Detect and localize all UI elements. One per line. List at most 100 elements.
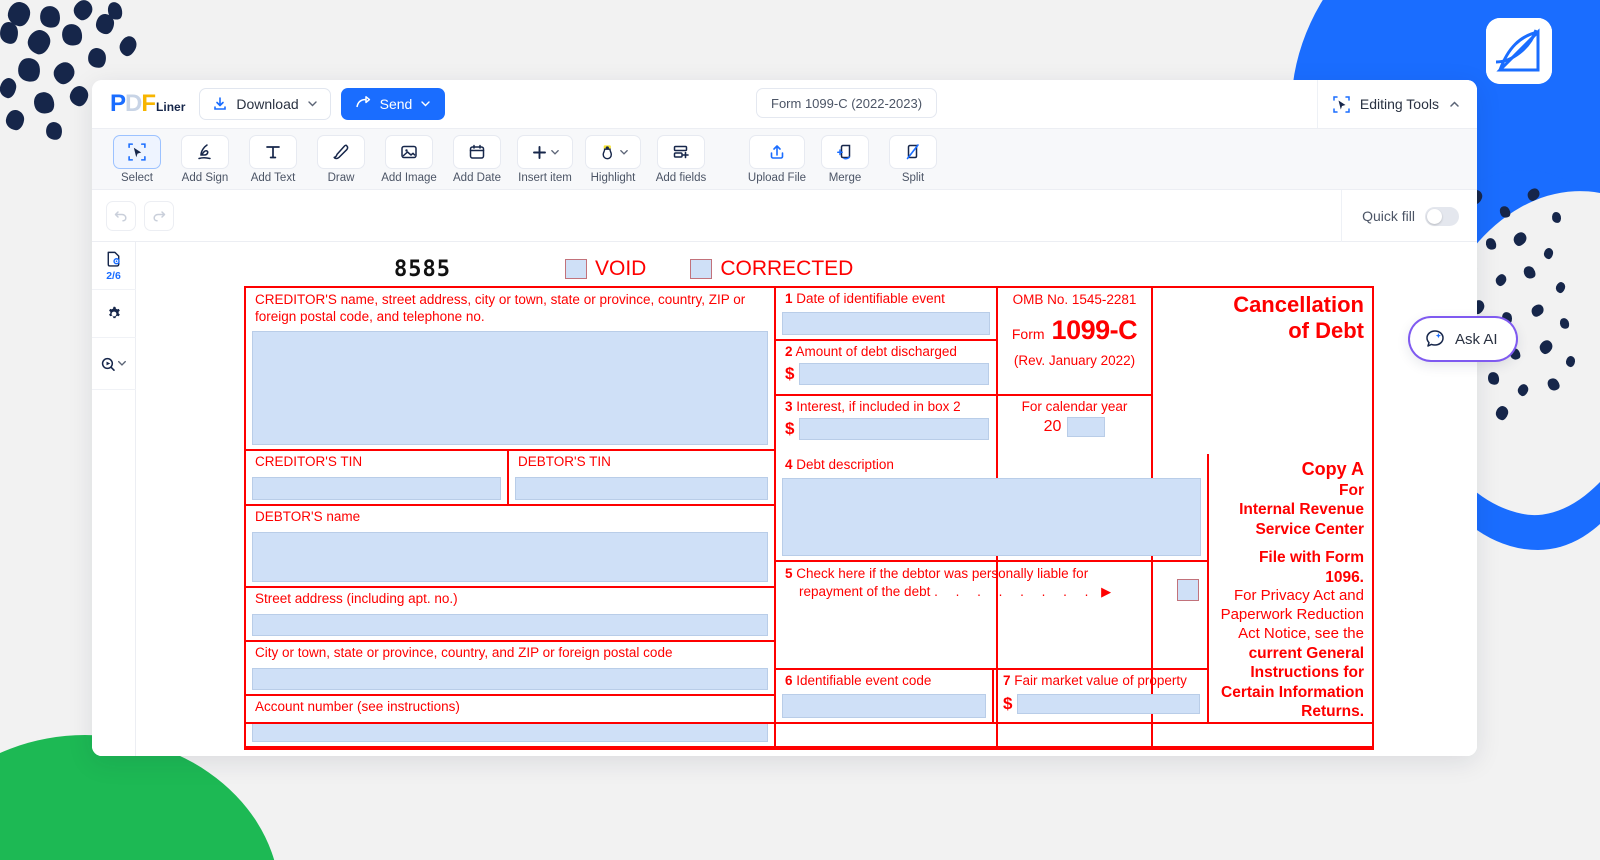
document-canvas[interactable]: 8585 VOID CORRECTED CREDITOR'S name, str… bbox=[136, 242, 1477, 756]
history-bar: Quick fill bbox=[92, 190, 1477, 242]
pdfliner-logo[interactable]: P D F Liner bbox=[110, 90, 185, 118]
pdfliner-app-window: P D F Liner Download Send Form 1099-C (2… bbox=[92, 80, 1477, 756]
box3-text: Interest, if included in box 2 bbox=[796, 399, 961, 414]
decor-dot bbox=[58, 21, 86, 49]
box7-number: 7 bbox=[1003, 673, 1011, 688]
editing-tools-label: Editing Tools bbox=[1359, 96, 1439, 112]
text-icon bbox=[266, 146, 280, 159]
tool-draw[interactable]: Draw bbox=[308, 135, 374, 184]
select-icon bbox=[128, 143, 146, 161]
form-number: 1099-C bbox=[1051, 315, 1138, 345]
rail-item-settings[interactable] bbox=[92, 290, 136, 338]
tool-add-fields[interactable]: Add fields bbox=[648, 135, 714, 184]
gear-icon bbox=[108, 306, 120, 318]
decor-dot bbox=[1558, 316, 1571, 331]
box3-input[interactable] bbox=[799, 417, 989, 440]
tool-upload-file-label: Upload File bbox=[747, 172, 807, 184]
decor-dot bbox=[1529, 302, 1546, 319]
rail-item-pages[interactable]: 2/6 bbox=[92, 242, 136, 290]
calendar-year-input[interactable] bbox=[1067, 417, 1106, 437]
pdfliner-logo-badge bbox=[1486, 18, 1552, 84]
corrected-checkbox[interactable] bbox=[690, 259, 713, 279]
copy-a-title: Copy A bbox=[1301, 459, 1364, 479]
privacy-line6: Certain Information bbox=[1221, 683, 1364, 701]
sign-icon bbox=[198, 144, 211, 160]
tool-insert-item[interactable]: Insert item bbox=[512, 135, 578, 184]
box5-text-line1: Check here if the debtor was personally … bbox=[796, 566, 1089, 581]
box6-input[interactable] bbox=[782, 694, 986, 718]
document-tab[interactable]: Form 1099-C (2022-2023) bbox=[756, 88, 938, 118]
box7-dollar-sign: $ bbox=[1003, 693, 1013, 713]
account-input[interactable] bbox=[252, 722, 768, 742]
box2-number: 2 bbox=[785, 344, 793, 359]
box6-cell: 6 Identifiable event code bbox=[776, 670, 994, 722]
tool-merge[interactable]: Merge bbox=[812, 135, 878, 184]
box5-label: 5 Check here if the debtor was personall… bbox=[785, 565, 1177, 600]
tool-upload-file[interactable]: Upload File bbox=[744, 135, 810, 184]
box3-cell: 3 Interest, if included in box 2 $ bbox=[776, 396, 996, 451]
redo-button[interactable] bbox=[144, 200, 174, 231]
rail-item-zoom[interactable] bbox=[92, 338, 136, 390]
decor-dot bbox=[1525, 185, 1542, 204]
tool-add-image[interactable]: Add Image bbox=[376, 135, 442, 184]
document-tab-label: Form 1099-C (2022-2023) bbox=[771, 95, 923, 111]
tool-insert-item-icon-box bbox=[517, 135, 573, 169]
tool-select[interactable]: Select bbox=[104, 135, 170, 184]
box5-checkbox[interactable] bbox=[1177, 579, 1199, 601]
ask-ai-button[interactable]: Ask AI bbox=[1410, 318, 1516, 360]
download-button[interactable]: Download bbox=[199, 87, 331, 120]
send-button[interactable]: Send bbox=[340, 87, 446, 120]
boxes-6-7-row: 6 Identifiable event code 7 Fair market … bbox=[776, 670, 1207, 722]
box7-input[interactable] bbox=[1017, 693, 1200, 714]
box5-cell: 5 Check here if the debtor was personall… bbox=[776, 562, 1207, 670]
box2-money-row: $ bbox=[776, 362, 996, 390]
box1-input[interactable] bbox=[782, 312, 990, 335]
calendar-icon bbox=[469, 144, 485, 159]
privacy-line7: Returns. bbox=[1301, 703, 1364, 721]
quick-fill-control[interactable]: Quick fill bbox=[1341, 190, 1477, 242]
box2-text: Amount of debt discharged bbox=[795, 344, 957, 359]
tool-highlight[interactable]: Highlight bbox=[580, 135, 646, 184]
undo-button[interactable] bbox=[106, 200, 136, 231]
creditor-block-label: CREDITOR'S name, street address, city or… bbox=[255, 292, 746, 324]
decor-dot bbox=[1486, 370, 1501, 387]
tool-add-sign[interactable]: Add Sign bbox=[172, 135, 238, 184]
box1-number: 1 bbox=[785, 291, 793, 306]
decor-dot bbox=[1494, 404, 1510, 422]
form-lower-grid bbox=[244, 748, 1374, 750]
box5-dots: . . . . . . . . bbox=[934, 583, 1096, 599]
form-title: Cancellation of Debt bbox=[1154, 286, 1374, 344]
box5-text-line2: repayment of the debt bbox=[799, 583, 931, 599]
corrected-label: CORRECTED bbox=[720, 257, 854, 280]
box3-money-row: $ bbox=[776, 417, 996, 445]
copy-a-for: For bbox=[1339, 481, 1364, 499]
void-checkbox[interactable] bbox=[564, 259, 587, 279]
tool-split[interactable]: Split bbox=[880, 135, 946, 184]
box4-input[interactable] bbox=[782, 478, 1201, 556]
quick-fill-toggle[interactable] bbox=[1425, 206, 1459, 226]
tool-add-text-label: Add Text bbox=[250, 172, 296, 184]
merge-icon bbox=[837, 144, 851, 160]
decor-dot bbox=[30, 88, 58, 118]
box5-number: 5 bbox=[785, 566, 793, 581]
tool-add-text[interactable]: Add Text bbox=[240, 135, 306, 184]
decor-dot bbox=[95, 13, 115, 35]
editing-tools-toggle[interactable]: Editing Tools bbox=[1316, 80, 1477, 128]
decor-dot bbox=[6, 0, 32, 28]
calendar-year-row: 20 bbox=[998, 414, 1151, 443]
tool-draw-label: Draw bbox=[327, 172, 355, 184]
decor-dot bbox=[1511, 229, 1529, 249]
box7-label: 7 Fair market value of property bbox=[994, 670, 1207, 692]
tool-add-date[interactable]: Add Date bbox=[444, 135, 510, 184]
tool-highlight-icon-box bbox=[585, 135, 641, 169]
creditor-block-input[interactable] bbox=[252, 331, 768, 445]
undo-icon bbox=[114, 210, 127, 222]
image-icon bbox=[401, 145, 417, 159]
file-with-1096: File with Form 1096. bbox=[1258, 549, 1364, 586]
decor-dot bbox=[24, 27, 54, 57]
box4-text: Debt description bbox=[796, 457, 894, 472]
box2-input[interactable] bbox=[799, 362, 989, 385]
form-right-pane: Cancellation of Debt bbox=[1154, 286, 1374, 344]
chevron-down-icon bbox=[421, 101, 431, 107]
decor-dot bbox=[0, 76, 18, 100]
